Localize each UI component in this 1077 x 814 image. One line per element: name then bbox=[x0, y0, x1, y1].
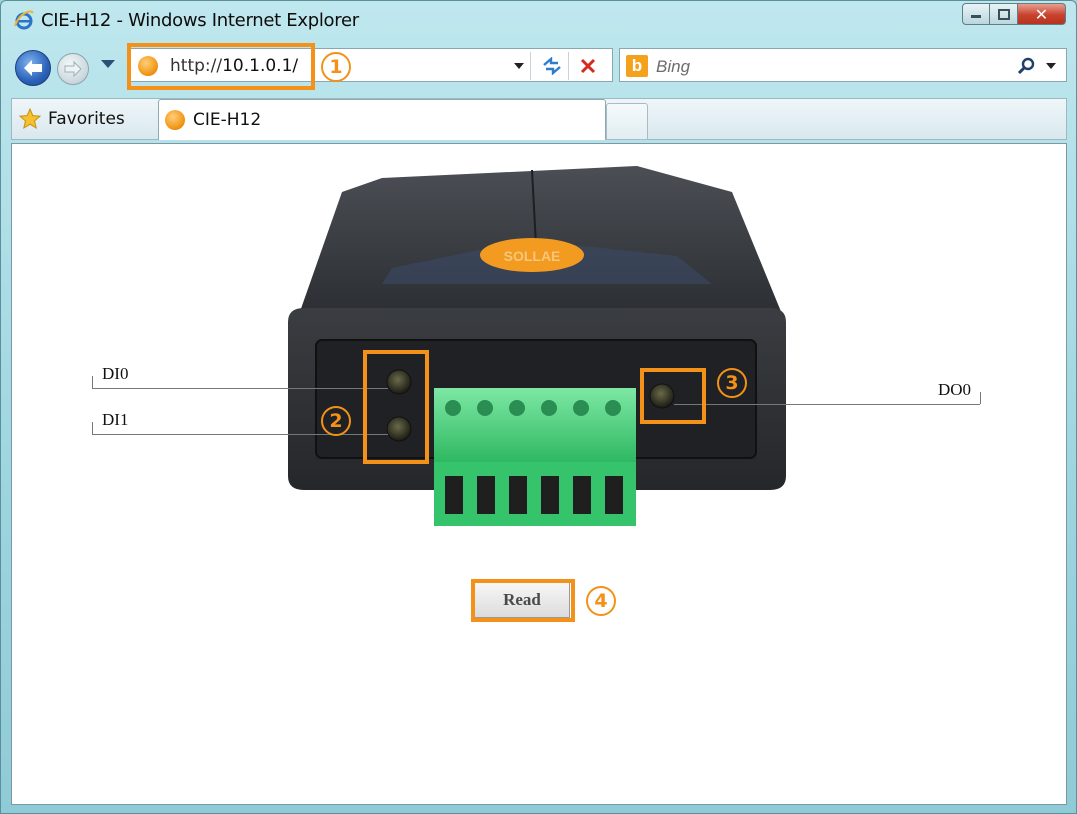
divider bbox=[568, 52, 569, 80]
tab-cie-h12[interactable]: CIE-H12 bbox=[158, 99, 606, 140]
do0-label: DO0 bbox=[938, 380, 972, 399]
callout-4: 4 bbox=[586, 586, 616, 616]
back-button[interactable] bbox=[15, 50, 51, 86]
close-button[interactable]: ✕ bbox=[1018, 3, 1066, 25]
highlight-box-read bbox=[471, 579, 575, 622]
highlight-box-address bbox=[127, 43, 315, 90]
window-controls: ✕ bbox=[962, 3, 1066, 25]
callout-1: 1 bbox=[321, 52, 351, 82]
refresh-icon bbox=[543, 57, 561, 75]
site-favicon-icon bbox=[165, 110, 185, 130]
bing-icon: b bbox=[626, 55, 648, 77]
favorites-label: Favorites bbox=[48, 109, 125, 129]
title-bar: CIE-H12 - Windows Internet Explorer ✕ bbox=[1, 1, 1076, 39]
search-box[interactable]: b Bing bbox=[619, 48, 1067, 82]
di0-label: DI0 bbox=[102, 364, 129, 383]
di1-label: DI1 bbox=[102, 410, 129, 429]
di1-leader-line bbox=[92, 434, 388, 435]
svg-text:SOLLAE: SOLLAE bbox=[504, 248, 561, 264]
search-options-dropdown-icon[interactable] bbox=[1046, 63, 1056, 69]
minimize-button[interactable] bbox=[962, 3, 990, 25]
forward-button[interactable] bbox=[57, 53, 89, 85]
favorites-bar: Favorites CIE-H12 bbox=[11, 98, 1067, 140]
maximize-button[interactable] bbox=[990, 3, 1018, 25]
address-dropdown-icon[interactable] bbox=[514, 63, 524, 69]
new-tab-button[interactable] bbox=[606, 103, 648, 140]
stop-icon bbox=[580, 58, 596, 74]
arrow-left-icon bbox=[24, 60, 42, 76]
recent-pages-dropdown-icon[interactable] bbox=[101, 60, 115, 68]
maximize-icon bbox=[997, 8, 1010, 20]
favorites-button[interactable]: Favorites bbox=[18, 103, 135, 135]
compatibility-view-button[interactable] bbox=[538, 53, 566, 79]
do0-leader-tick bbox=[980, 392, 981, 404]
arrow-right-icon bbox=[64, 60, 82, 78]
search-placeholder: Bing bbox=[656, 57, 691, 76]
window-title: CIE-H12 - Windows Internet Explorer bbox=[41, 10, 359, 31]
do0-leader-line bbox=[674, 404, 980, 405]
star-icon bbox=[18, 107, 42, 130]
stop-button[interactable] bbox=[574, 53, 602, 79]
page-content: SOLLAE DI0 DI1 DO0 Read 2 3 4 bbox=[11, 143, 1067, 805]
internet-explorer-icon bbox=[14, 10, 34, 30]
tab-label: CIE-H12 bbox=[193, 110, 262, 130]
callout-2: 2 bbox=[321, 406, 351, 436]
highlight-box-output bbox=[640, 368, 706, 424]
highlight-box-inputs bbox=[363, 350, 429, 464]
di1-leader-tick bbox=[92, 422, 93, 434]
browser-window: CIE-H12 - Windows Internet Explorer ✕ ht… bbox=[0, 0, 1077, 814]
divider bbox=[530, 52, 531, 80]
device-illustration: SOLLAE bbox=[288, 166, 786, 526]
di0-leader-line bbox=[92, 388, 388, 389]
minimize-icon bbox=[971, 15, 981, 18]
close-icon: ✕ bbox=[1034, 4, 1049, 24]
search-icon[interactable] bbox=[1016, 56, 1036, 76]
callout-3: 3 bbox=[717, 368, 747, 398]
di0-leader-tick bbox=[92, 376, 93, 388]
